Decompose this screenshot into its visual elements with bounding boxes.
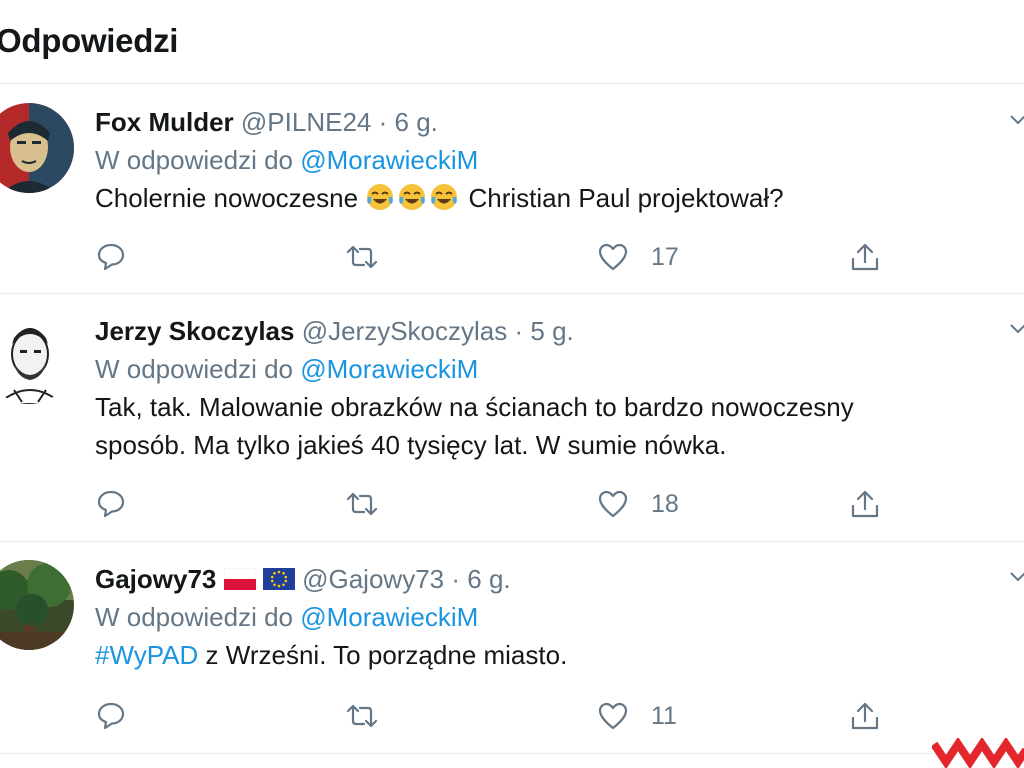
tears-of-joy-emoji-icon	[397, 182, 427, 222]
reply-icon	[95, 488, 127, 520]
watermark-logo	[930, 736, 1024, 768]
tweet-text-end: z Wrześni. To porządne miasto.	[205, 640, 568, 670]
like-count: 18	[651, 489, 679, 518]
tweet-header: Gajowy73 @Gajowy73 · 6 g.	[95, 562, 1024, 596]
share-icon	[849, 700, 881, 732]
tears-of-joy-emoji-icon	[429, 182, 459, 222]
reply-icon	[95, 700, 127, 732]
tweet-3[interactable]: Gajowy73 @Gajowy73 · 6 g. W odpowiedzi d…	[0, 542, 1024, 754]
heart-icon	[597, 242, 629, 272]
retweet-button[interactable]	[345, 486, 379, 522]
retweet-button[interactable]	[345, 698, 379, 734]
replies-header: Odpowiedzi	[0, 0, 1024, 84]
replying-to: W odpowiedzi do @MorawieckiM	[95, 600, 1024, 634]
avatar-jerzy-skoczylas[interactable]	[0, 314, 74, 404]
author-handle[interactable]: @Gajowy73	[302, 564, 444, 594]
retweet-icon	[345, 700, 379, 732]
replies-page: Odpowiedzi Fox Mulder @PILNE24 · 6 g. W …	[0, 0, 1024, 768]
author-name[interactable]: Fox Mulder	[95, 107, 234, 137]
chevron-down-icon[interactable]	[1006, 564, 1024, 588]
reply-button[interactable]	[95, 486, 127, 522]
separator: ·	[514, 316, 524, 346]
share-button[interactable]	[849, 486, 881, 522]
poland-flag-icon	[223, 568, 256, 590]
tweet-text: #WyPAD z Wrześni. To porządne miasto.	[95, 636, 1024, 674]
avatar-gajowy73[interactable]	[0, 560, 74, 650]
separator: ·	[451, 564, 461, 594]
replying-to: W odpowiedzi do @MorawieckiM	[95, 352, 1024, 386]
replying-to-label: W odpowiedzi do	[95, 354, 293, 384]
tweet-1[interactable]: Fox Mulder @PILNE24 · 6 g. W odpowiedzi …	[0, 85, 1024, 294]
reply-icon	[95, 241, 127, 273]
reply-mention-link[interactable]: @MorawieckiM	[300, 602, 478, 632]
separator: ·	[378, 107, 388, 137]
tweet-2[interactable]: Jerzy Skoczylas @JerzySkoczylas · 5 g. W…	[0, 294, 1024, 542]
tweet-text: Cholernie nowoczesne Christian Paul proj…	[95, 179, 1024, 222]
author-name[interactable]: Jerzy Skoczylas	[95, 316, 294, 346]
tweet-actions: 11	[95, 698, 955, 734]
replying-to-label: W odpowiedzi do	[95, 145, 293, 175]
tweet-header: Fox Mulder @PILNE24 · 6 g.	[95, 105, 1024, 139]
chevron-down-icon[interactable]	[1006, 107, 1024, 131]
tweet-text-start: Cholernie nowoczesne	[95, 183, 359, 213]
hashtag-link[interactable]: #WyPAD	[95, 640, 198, 670]
tweet-text-line: Tak, tak. Malowanie obrazków na ścianach…	[95, 392, 854, 422]
reply-button[interactable]	[95, 698, 127, 734]
heart-icon	[597, 701, 629, 731]
timestamp[interactable]: 6 g.	[395, 107, 438, 137]
tweet-text: Tak, tak. Malowanie obrazków na ścianach…	[95, 388, 1024, 464]
share-icon	[849, 488, 881, 520]
share-icon	[849, 241, 881, 273]
reply-mention-link[interactable]: @MorawieckiM	[300, 354, 478, 384]
retweet-button[interactable]	[345, 239, 379, 275]
avatar-fox-mulder[interactable]	[0, 103, 74, 193]
reply-mention-link[interactable]: @MorawieckiM	[300, 145, 478, 175]
author-handle[interactable]: @JerzySkoczylas	[302, 316, 508, 346]
timestamp[interactable]: 5 g.	[530, 316, 573, 346]
author-name[interactable]: Gajowy73	[95, 564, 216, 594]
eu-flag-icon	[262, 568, 295, 590]
retweet-icon	[345, 488, 379, 520]
replying-to: W odpowiedzi do @MorawieckiM	[95, 143, 1024, 177]
heart-icon	[597, 489, 629, 519]
tweet-actions: 18	[95, 486, 955, 522]
like-button[interactable]: 18	[597, 486, 679, 522]
like-count: 11	[651, 701, 677, 730]
share-button[interactable]	[849, 239, 881, 275]
like-count: 17	[651, 242, 679, 271]
chevron-down-icon[interactable]	[1006, 316, 1024, 340]
share-button[interactable]	[849, 698, 881, 734]
author-handle[interactable]: @PILNE24	[241, 107, 371, 137]
replying-to-label: W odpowiedzi do	[95, 602, 293, 632]
tweet-header: Jerzy Skoczylas @JerzySkoczylas · 5 g.	[95, 314, 1024, 348]
tweet-actions: 17	[95, 239, 955, 275]
timestamp[interactable]: 6 g.	[467, 564, 510, 594]
like-button[interactable]: 11	[597, 698, 677, 734]
tears-of-joy-emoji-icon	[365, 182, 395, 222]
like-button[interactable]: 17	[597, 239, 679, 275]
tweet-text-end: Christian Paul projektował?	[468, 183, 784, 213]
page-title: Odpowiedzi	[0, 22, 179, 59]
tweet-text-line: sposób. Ma tylko jakieś 40 tysięcy lat. …	[95, 430, 727, 460]
reply-button[interactable]	[95, 239, 127, 275]
retweet-icon	[345, 241, 379, 273]
